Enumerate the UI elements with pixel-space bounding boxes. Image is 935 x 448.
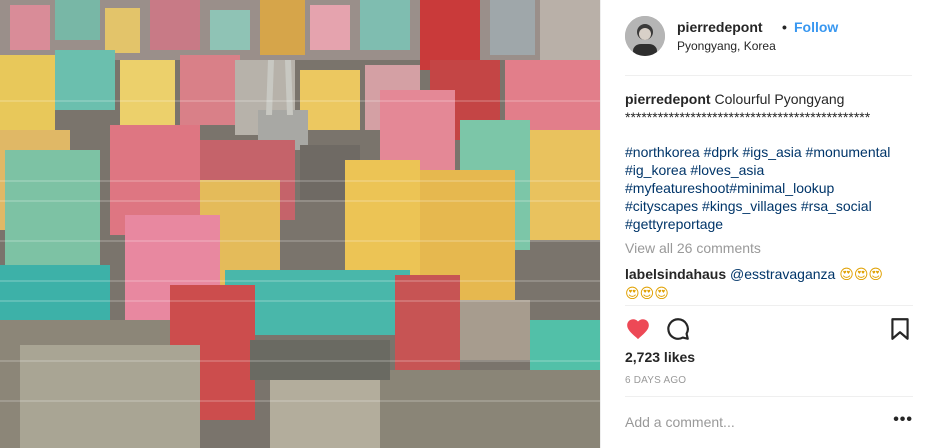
- add-comment-section: •••: [625, 396, 913, 448]
- comment-mention[interactable]: @esstravaganza: [730, 266, 835, 282]
- hashtag-line[interactable]: #cityscapes #kings_villages #rsa_social: [625, 197, 913, 215]
- post-timestamp: 6 DAYS AGO: [625, 375, 687, 386]
- separator-dot: •: [782, 19, 787, 35]
- post-header: pierredepont • Follow Pyongyang, Korea: [625, 16, 912, 76]
- action-bar: 2,723 likes 6 DAYS AGO: [625, 305, 913, 386]
- hashtag-line[interactable]: #northkorea #dprk #igs_asia #monumental: [625, 143, 913, 161]
- header-username[interactable]: pierredepont: [677, 19, 763, 35]
- more-options-icon[interactable]: •••: [893, 411, 913, 429]
- comment-username[interactable]: labelsindahaus: [625, 266, 726, 282]
- profile-photo-icon: [625, 16, 665, 56]
- caption-username[interactable]: pierredepont: [625, 91, 711, 107]
- view-all-comments-link[interactable]: View all 26 comments: [625, 240, 761, 256]
- heart-filled-icon[interactable]: [625, 316, 651, 342]
- comment-icon[interactable]: [665, 316, 691, 342]
- caption-text: Colourful Pyongyang: [714, 91, 845, 107]
- location-link[interactable]: Pyongyang, Korea: [677, 39, 776, 53]
- avatar[interactable]: [625, 16, 665, 56]
- comment-item: labelsindahaus @esstravaganza 😍😍😍 😍😍😍: [625, 265, 915, 303]
- post-photo[interactable]: [0, 0, 600, 448]
- post-caption: pierredepont Colourful Pyongyang *******…: [625, 90, 913, 126]
- caption-stars: ****************************************…: [625, 109, 871, 125]
- like-count[interactable]: 2,723 likes: [625, 349, 695, 365]
- heart-eyes-emoji: 😍😍😍: [625, 286, 669, 302]
- hashtag-line[interactable]: #ig_korea #loves_asia: [625, 161, 913, 179]
- comment-input[interactable]: [625, 411, 875, 433]
- heart-eyes-emoji: 😍😍😍: [839, 267, 884, 283]
- hashtag-line[interactable]: #gettyreportage: [625, 215, 913, 233]
- hashtag-block: #northkorea #dprk #igs_asia #monumental …: [625, 143, 913, 233]
- cityscape-image: [0, 0, 600, 448]
- follow-button[interactable]: Follow: [794, 19, 838, 35]
- post-sidebar: pierredepont • Follow Pyongyang, Korea p…: [600, 0, 935, 448]
- bookmark-icon[interactable]: [887, 316, 913, 342]
- hashtag-line[interactable]: #myfeatureshoot#minimal_lookup: [625, 179, 913, 197]
